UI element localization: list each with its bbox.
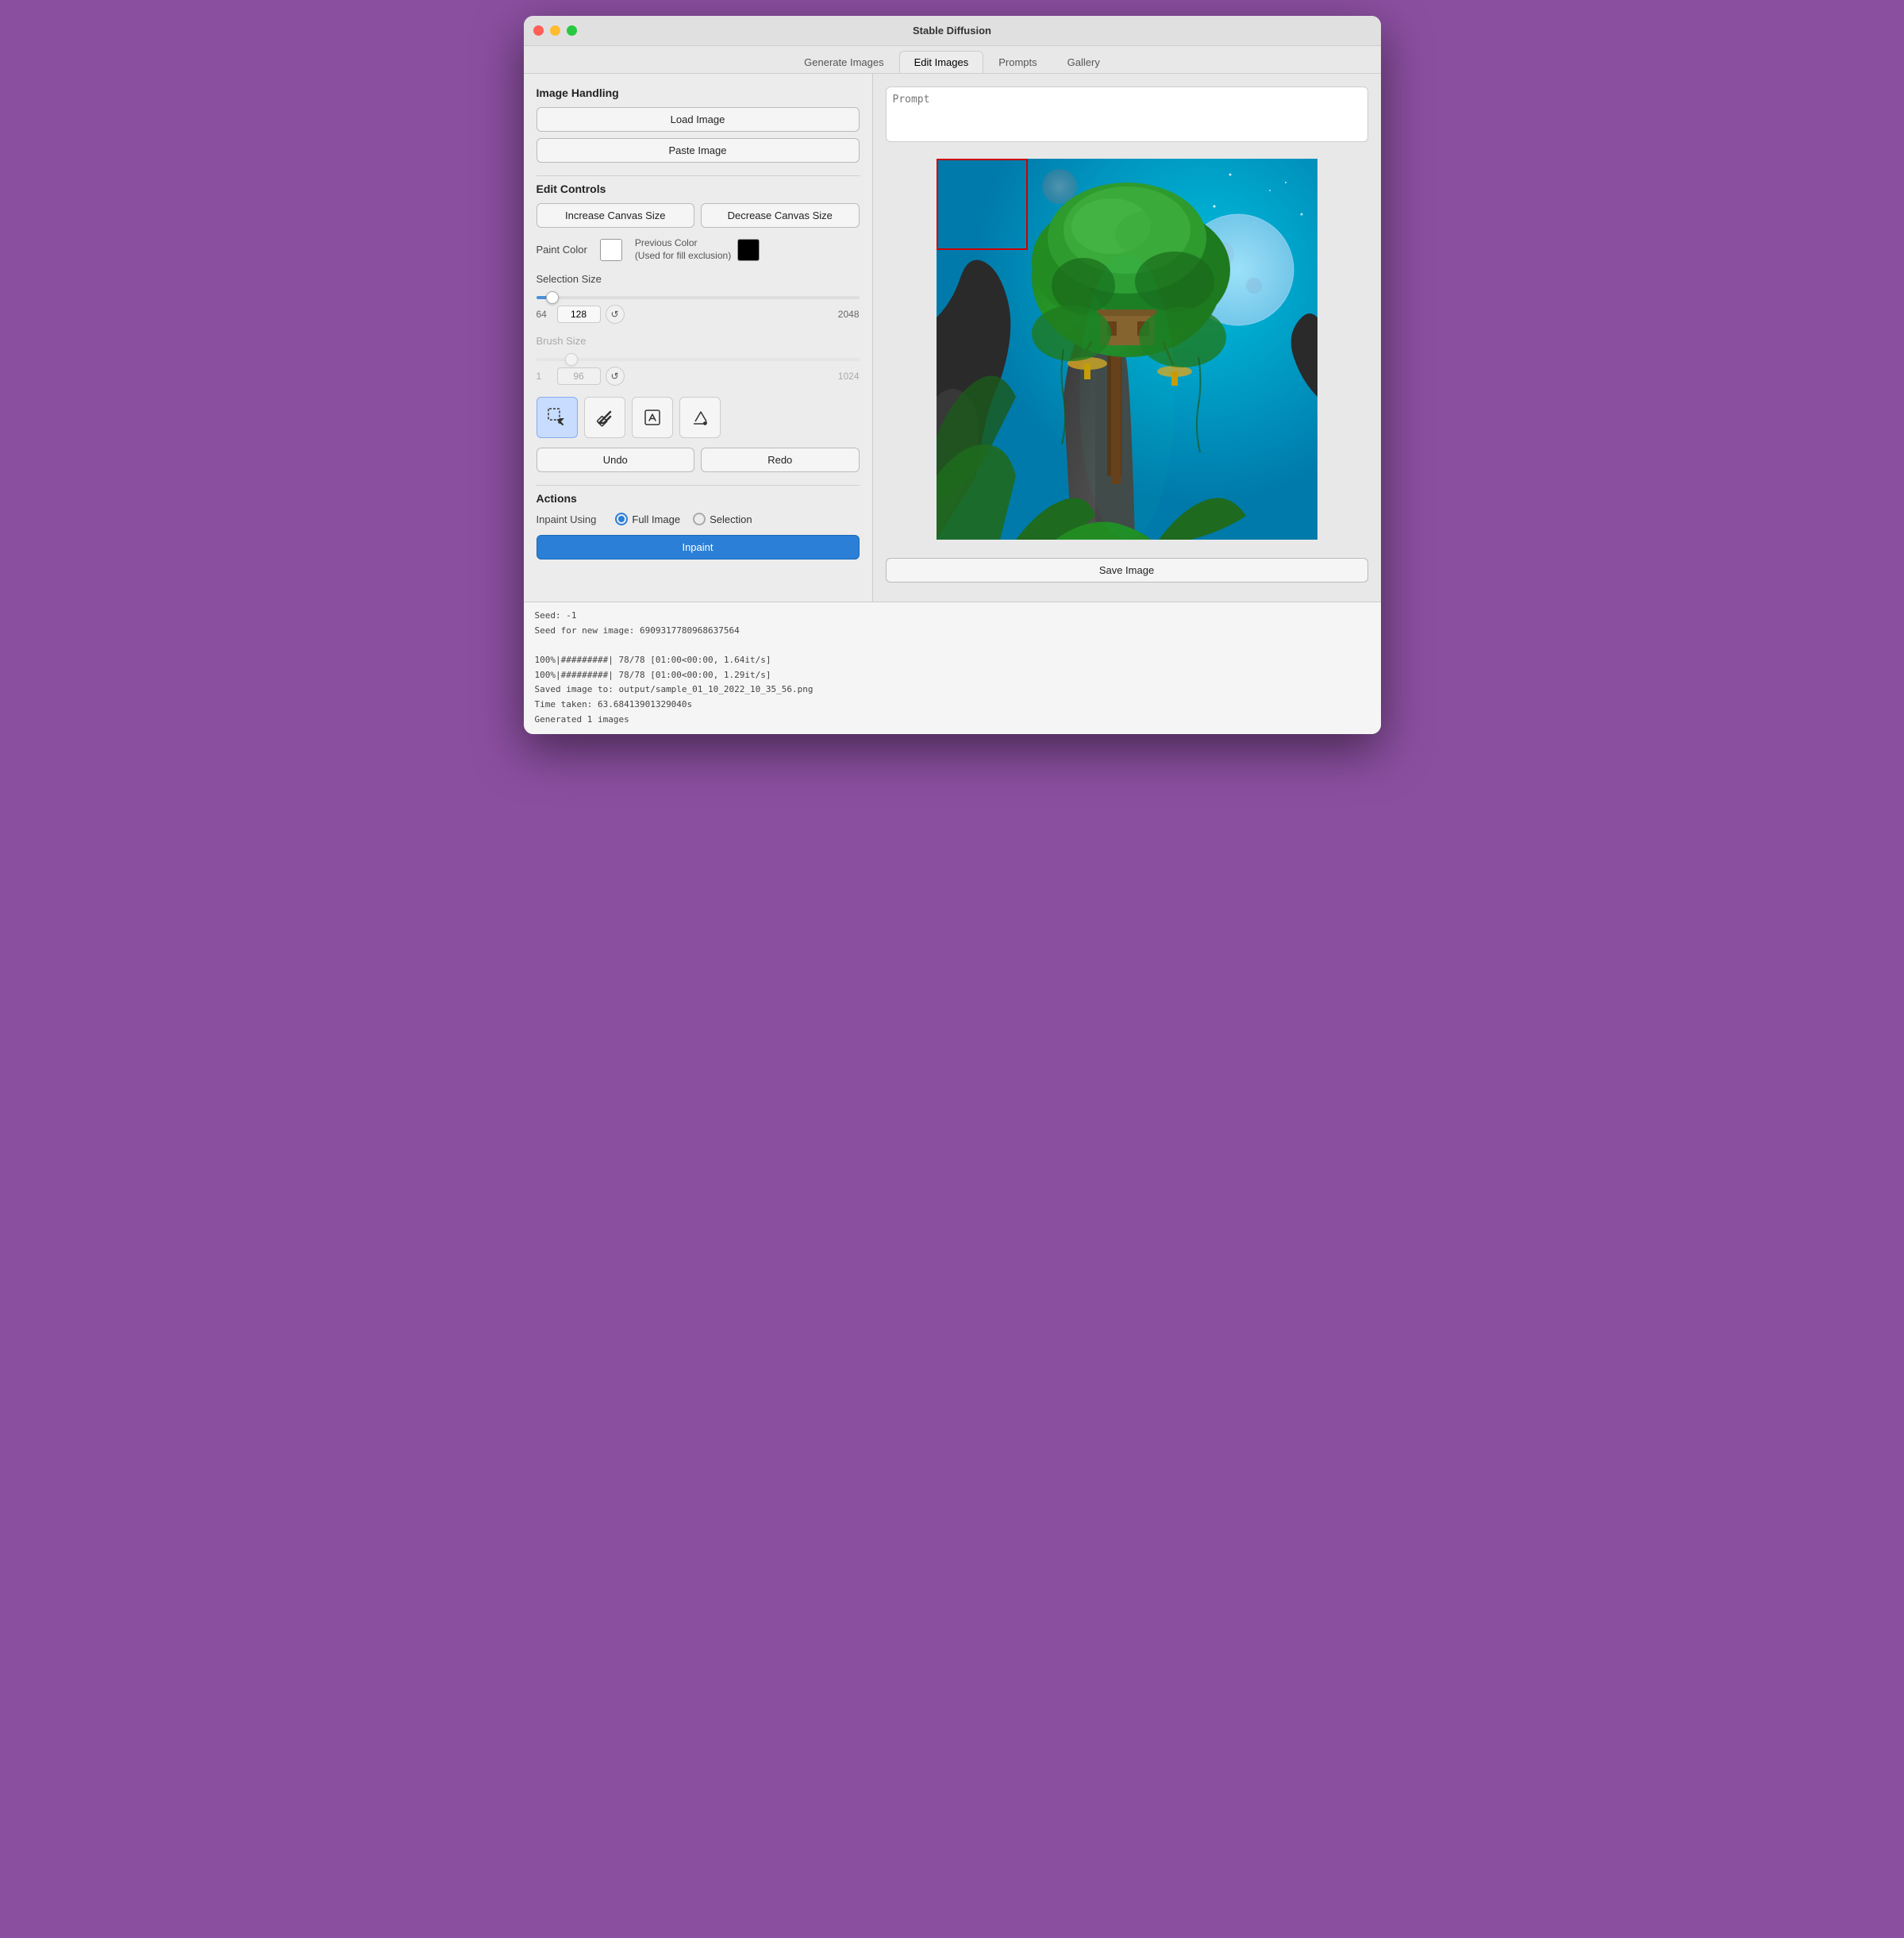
- selection-size-min: 64: [537, 309, 552, 320]
- divider-2: [537, 485, 860, 486]
- tab-prompts[interactable]: Prompts: [983, 51, 1052, 73]
- right-panel: Save Image: [873, 74, 1381, 602]
- divider-1: [537, 175, 860, 176]
- increase-canvas-button[interactable]: Increase Canvas Size: [537, 203, 695, 228]
- status-line-4: 100%|#########| 78/78 [01:00<00:00, 1.64…: [535, 653, 1370, 668]
- image-handling-title: Image Handling: [537, 87, 860, 99]
- radio-selection[interactable]: Selection: [693, 513, 752, 525]
- paint-color-swatch[interactable]: [600, 239, 622, 261]
- prev-color-block: Previous Color(Used for fill exclusion): [635, 237, 760, 262]
- undo-button[interactable]: Undo: [537, 448, 695, 472]
- tools-row: [537, 397, 860, 438]
- selection-tool-button[interactable]: [537, 397, 578, 438]
- status-line-7: Time taken: 63.68413901329040s: [535, 698, 1370, 713]
- color-row: Paint Color Previous Color(Used for fill…: [537, 237, 860, 262]
- fill-tool-button[interactable]: [679, 397, 721, 438]
- app-window: Stable Diffusion Generate Images Edit Im…: [524, 16, 1381, 734]
- selection-size-reset[interactable]: ↺: [606, 305, 625, 324]
- status-line-2: Seed for new image: 6909317780968637564: [535, 624, 1370, 639]
- status-line-3: [535, 638, 1370, 653]
- inpaint-using-label: Inpaint Using: [537, 513, 597, 525]
- tab-gallery[interactable]: Gallery: [1052, 51, 1115, 73]
- selection-size-input[interactable]: [557, 306, 601, 323]
- canvas-area[interactable]: [886, 152, 1368, 548]
- left-panel: Image Handling Load Image Paste Image Ed…: [524, 74, 873, 602]
- radio-full-image[interactable]: Full Image: [615, 513, 680, 525]
- brush-size-value-row: 1 ↺ 1024: [537, 367, 860, 386]
- maximize-button[interactable]: [567, 25, 577, 36]
- canvas-size-buttons: Increase Canvas Size Decrease Canvas Siz…: [537, 203, 860, 228]
- main-content: Image Handling Load Image Paste Image Ed…: [524, 74, 1381, 602]
- canvas-svg: [937, 159, 1317, 540]
- status-line-1: Seed: -1: [535, 609, 1370, 624]
- edit-controls-title: Edit Controls: [537, 183, 860, 195]
- selection-size-value-row: 64 ↺ 2048: [537, 305, 860, 324]
- image-handling-section: Image Handling Load Image Paste Image: [537, 87, 860, 163]
- edit-controls-section: Edit Controls Increase Canvas Size Decre…: [537, 183, 860, 472]
- radio-full-image-circle[interactable]: [615, 513, 628, 525]
- window-title: Stable Diffusion: [913, 25, 991, 37]
- status-line-6: Saved image to: output/sample_01_10_2022…: [535, 683, 1370, 698]
- tab-bar: Generate Images Edit Images Prompts Gall…: [524, 46, 1381, 74]
- traffic-lights: [533, 25, 577, 36]
- inpaint-using-row: Inpaint Using Full Image Selection: [537, 513, 860, 525]
- paint-color-label: Paint Color: [537, 244, 587, 256]
- load-image-button[interactable]: Load Image: [537, 107, 860, 132]
- prompt-input[interactable]: [886, 87, 1368, 142]
- brush-size-reset[interactable]: ↺: [606, 367, 625, 386]
- close-button[interactable]: [533, 25, 544, 36]
- inpaint-button[interactable]: Inpaint: [537, 535, 860, 559]
- brush-size-label: Brush Size: [537, 335, 860, 347]
- minimize-button[interactable]: [550, 25, 560, 36]
- brush-size-section: Brush Size 1 ↺ 1024: [537, 335, 860, 386]
- tab-edit-images[interactable]: Edit Images: [899, 51, 984, 73]
- selection-size-label: Selection Size: [537, 273, 860, 285]
- selection-size-section: Selection Size 64 ↺ 2048: [537, 273, 860, 324]
- titlebar: Stable Diffusion: [524, 16, 1381, 46]
- status-line-8: Generated 1 images: [535, 713, 1370, 728]
- save-btn-row: Save Image: [886, 558, 1368, 589]
- brush-size-input[interactable]: [557, 367, 601, 385]
- status-line-5: 100%|#########| 78/78 [01:00<00:00, 1.29…: [535, 668, 1370, 683]
- radio-selection-label: Selection: [710, 513, 752, 525]
- tab-generate-images[interactable]: Generate Images: [789, 51, 898, 73]
- decrease-canvas-button[interactable]: Decrease Canvas Size: [701, 203, 860, 228]
- prev-color-label: Previous Color(Used for fill exclusion): [635, 237, 731, 262]
- radio-full-image-label: Full Image: [632, 513, 680, 525]
- brush-size-max: 1024: [836, 371, 860, 382]
- selection-size-max: 2048: [836, 309, 860, 320]
- redo-button[interactable]: Redo: [701, 448, 860, 472]
- undo-redo-row: Undo Redo: [537, 448, 860, 472]
- eraser-tool-button[interactable]: [584, 397, 625, 438]
- save-image-button[interactable]: Save Image: [886, 558, 1368, 583]
- canvas-image: [937, 159, 1317, 542]
- prev-color-swatch[interactable]: [737, 239, 760, 261]
- actions-title: Actions: [537, 492, 860, 505]
- radio-selection-circle[interactable]: [693, 513, 706, 525]
- pen-tool-button[interactable]: [632, 397, 673, 438]
- selection-size-slider[interactable]: [537, 296, 860, 299]
- paste-image-button[interactable]: Paste Image: [537, 138, 860, 163]
- actions-section: Actions Inpaint Using Full Image Selecti…: [537, 492, 860, 559]
- brush-size-min: 1: [537, 371, 552, 382]
- status-bar: Seed: -1 Seed for new image: 69093177809…: [524, 602, 1381, 734]
- brush-size-slider[interactable]: [537, 358, 860, 361]
